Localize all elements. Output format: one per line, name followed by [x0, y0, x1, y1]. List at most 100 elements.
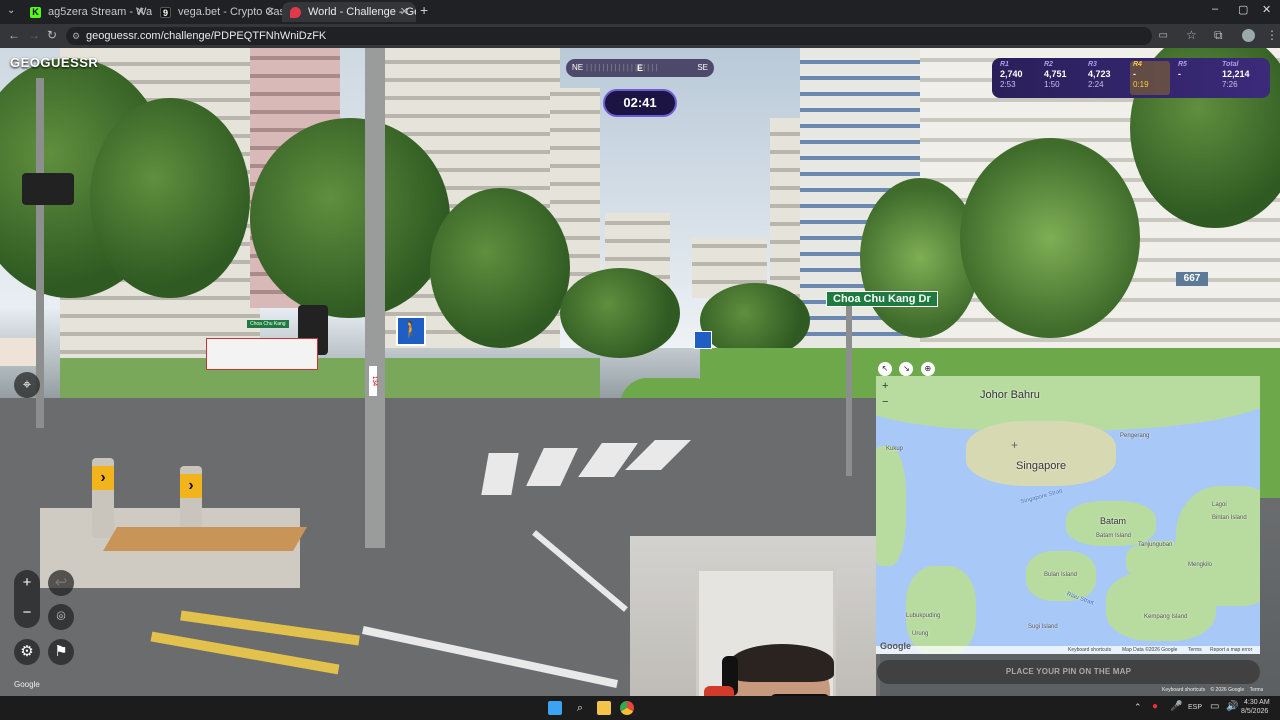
sign-pole — [846, 306, 852, 476]
map-pin-toggle-icon[interactable]: ⊕ — [920, 362, 935, 376]
streetview-footer: Keyboard shortcuts © 2026 Google Terms — [1162, 687, 1263, 693]
pedestrian-crossing-sign: 🚶 — [396, 316, 426, 346]
grass-verge — [60, 358, 600, 398]
map-city-label: Johor Bahru — [980, 389, 1040, 401]
tray-app-icon[interactable]: ● — [1152, 701, 1158, 712]
compass-bar: NE |||||||||||||||||| E SE — [566, 59, 714, 77]
map-minor-label: Sugi Island — [1028, 624, 1058, 630]
map-footer: Google Keyboard shortcuts Map Data ©2026… — [876, 642, 1260, 654]
site-info-icon[interactable]: ⚙ — [72, 27, 80, 45]
tab-search-icon[interactable]: ⌄ — [7, 5, 15, 16]
place-pin-button[interactable]: PLACE YOUR PIN ON THE MAP — [877, 660, 1260, 684]
map-expand-icon[interactable]: ↖ — [878, 362, 892, 376]
round-2-score: R2 4,751 1:50 — [1044, 61, 1067, 89]
browser-tab-bar: ⌄ K ag5zera Stream - Watch Live on ✕ 9 v… — [0, 0, 1280, 24]
land-islands — [1106, 571, 1216, 641]
volume-icon[interactable]: 🔊 — [1226, 701, 1238, 712]
map-minor-label: Singapore Strait — [1019, 488, 1064, 506]
chevron-bollard: › — [92, 458, 114, 538]
tree — [960, 138, 1140, 338]
map-size-tools: ↖ ↘ ⊕ — [878, 358, 938, 376]
map-shortcuts-link[interactable]: Keyboard shortcuts — [1068, 646, 1111, 654]
traffic-light — [22, 173, 74, 205]
map-minor-label: Tanjunguban — [1138, 542, 1173, 548]
geoguessr-pin-icon — [290, 7, 301, 18]
map-report-link[interactable]: Report a map error — [1210, 646, 1252, 654]
forward-icon[interactable]: → — [28, 28, 40, 42]
url-bar[interactable]: ⚙ geoguessr.com/challenge/PDPEQTFNhWniDz… — [66, 27, 1168, 45]
compass-heading: E — [637, 63, 644, 73]
geoguessr-logo[interactable]: GEOGUESSR — [10, 55, 98, 70]
map-shrink-icon[interactable]: ↘ — [899, 362, 914, 376]
land-singapore — [966, 421, 1116, 486]
address-toolbar: ← → ↻ ⚙ geoguessr.com/challenge/PDPEQTFN… — [0, 24, 1280, 48]
close-tab-icon[interactable]: ✕ — [266, 2, 275, 22]
round-timer: 02:41 — [603, 89, 677, 117]
round-5-score: R5 - — [1178, 61, 1187, 79]
tree — [250, 118, 450, 318]
map-minor-label: Kempang Island — [1144, 614, 1188, 620]
map-minor-label: Batam Island — [1096, 533, 1132, 539]
file-explorer-icon[interactable] — [597, 701, 611, 715]
tactile-paving — [103, 527, 307, 551]
bookmark-star-icon[interactable]: ☆ — [1186, 28, 1197, 42]
zoom-out-button[interactable]: − — [14, 600, 40, 626]
reload-icon[interactable]: ↻ — [47, 28, 57, 42]
map-data-credit: Map Data ©2026 Google — [1122, 647, 1178, 653]
map-zoom-out-button[interactable]: − — [882, 396, 888, 408]
google-map-logo: Google — [880, 641, 911, 651]
extensions-icon[interactable]: ⧉ — [1214, 28, 1223, 43]
tab-geoguessr[interactable]: World - Challenge - GeoGuessr ✕ — [282, 2, 416, 22]
tree — [90, 98, 250, 298]
traffic-light-pole — [365, 48, 385, 548]
guess-map[interactable]: + − Johor Bahru Singapore Batam Kukup Pe… — [876, 376, 1260, 654]
compass-right-label: SE — [697, 63, 708, 72]
total-score: Total 12,214 7:26 — [1222, 61, 1250, 89]
land-islands — [906, 566, 976, 654]
close-tab-icon[interactable]: ✕ — [400, 2, 409, 22]
cast-icon[interactable]: ▭ — [1159, 27, 1168, 45]
back-icon[interactable]: ← — [8, 28, 20, 42]
undo-move-icon[interactable]: ↩ — [48, 570, 74, 596]
menu-icon[interactable]: ⋮ — [1266, 28, 1278, 42]
kick-icon: K — [30, 7, 41, 18]
profile-avatar[interactable] — [1242, 29, 1255, 42]
checkpoint-pin-icon[interactable]: ⌾ — [48, 604, 74, 630]
tray-chevron-icon[interactable]: ⌃ — [1134, 702, 1142, 713]
map-zoom-in-button[interactable]: + — [882, 380, 888, 392]
clock-date[interactable]: 8/5/2026 — [1241, 708, 1268, 715]
map-minor-label: Mengkilo — [1188, 562, 1213, 568]
close-tab-icon[interactable]: ✕ — [136, 2, 145, 22]
new-tab-button[interactable]: + — [420, 2, 428, 18]
sv-terms-link[interactable]: Terms — [1250, 687, 1264, 693]
block-number: 667 — [1176, 272, 1208, 286]
google-watermark: Google — [14, 680, 40, 689]
banner — [0, 338, 36, 366]
settings-gear-icon[interactable]: ⚙ — [14, 639, 40, 665]
network-icon[interactable]: ▭ — [1210, 701, 1219, 712]
windows-start-icon[interactable] — [548, 701, 562, 715]
streamer-hair — [730, 644, 834, 682]
tab-kick-stream[interactable]: K ag5zera Stream - Watch Live on ✕ — [22, 2, 152, 22]
map-minor-label: Urung — [912, 631, 929, 637]
go-to-start-icon[interactable]: ⌖ — [14, 372, 40, 398]
language-indicator[interactable]: ESP — [1188, 704, 1202, 711]
zoom-in-button[interactable]: + — [14, 570, 40, 596]
sv-shortcuts-link[interactable]: Keyboard shortcuts — [1162, 687, 1205, 693]
clock-time[interactable]: 4:30 AM — [1244, 699, 1270, 706]
tab-vega-bet[interactable]: 9 vega.bet - Crypto Casino | Slots ✕ — [152, 2, 282, 22]
webcam-overlay — [630, 536, 876, 720]
close-window-icon[interactable]: ✕ — [1262, 3, 1271, 16]
map-terms-link[interactable]: Terms — [1188, 646, 1202, 654]
round-scoreboard: R1 2,740 2:53 R2 4,751 1:50 R3 4,723 2:2… — [992, 58, 1270, 98]
maximize-icon[interactable]: ▢ — [1238, 3, 1248, 16]
minimize-icon[interactable]: – — [1212, 3, 1218, 15]
return-to-start-flag-icon[interactable]: ⚑ — [48, 639, 74, 665]
land-west — [876, 446, 906, 566]
pedestrian-crossing-sign — [694, 331, 712, 349]
search-icon[interactable]: ⌕ — [573, 701, 587, 715]
lamp-post — [36, 78, 44, 428]
microphone-icon[interactable]: 🎤 — [1170, 701, 1182, 712]
chrome-icon[interactable] — [620, 701, 634, 715]
street-name-sign: Choa Chu Kang Dr — [826, 291, 938, 307]
